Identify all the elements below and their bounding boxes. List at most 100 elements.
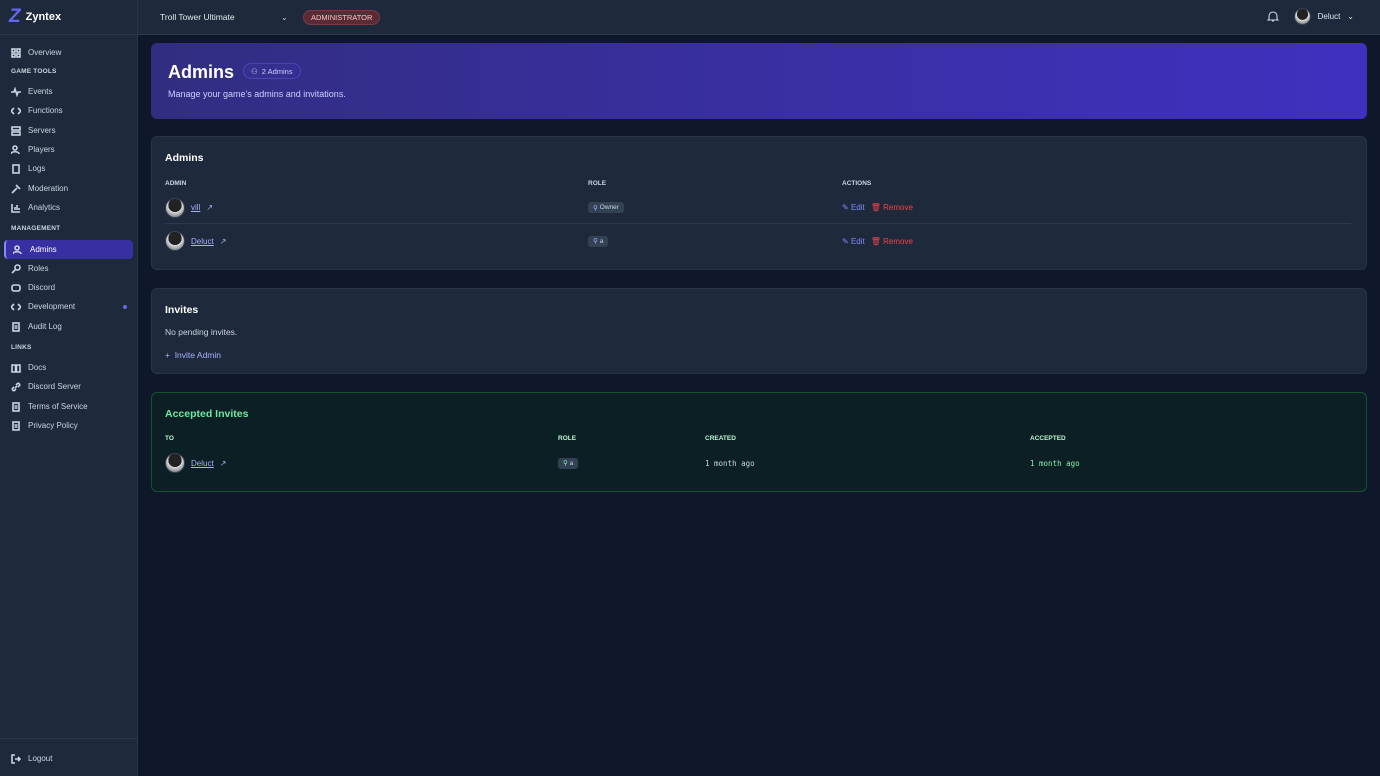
page-header: Admins ⚇2 Admins Manage your game's admi…	[151, 43, 1367, 119]
link-icon	[11, 382, 21, 392]
role-badge: ⚲Owner	[588, 202, 624, 213]
server-icon	[11, 126, 21, 136]
header-admin: ADMIN	[165, 180, 186, 187]
role-badge: ADMINISTRATOR	[303, 10, 380, 25]
sidebar-item-logs[interactable]: Logs	[4, 159, 133, 178]
logout-button[interactable]: Logout	[4, 749, 133, 768]
count-label: 2 Admins	[262, 67, 293, 76]
admin-name-link[interactable]: vill	[191, 203, 200, 212]
sidebar-item-discord-server[interactable]: Discord Server	[4, 377, 133, 396]
logo[interactable]: Z Zyntex	[0, 0, 137, 35]
logo-mark: Z	[9, 6, 21, 28]
accepted-title: Accepted Invites	[165, 408, 248, 420]
invites-title: Invites	[165, 304, 198, 316]
notification-dot	[123, 305, 127, 309]
edit-button[interactable]: ✎ Edit	[842, 237, 865, 246]
bar-chart-icon	[11, 203, 21, 213]
edit-label: Edit	[851, 237, 865, 246]
header-accepted: ACCEPTED	[1030, 435, 1066, 442]
key-icon: ⚲	[563, 459, 568, 467]
external-link-icon[interactable]: ↗	[220, 459, 227, 468]
discord-icon	[11, 283, 21, 293]
sidebar-item-docs[interactable]: Docs	[4, 358, 133, 377]
sidebar-item-moderation[interactable]: Moderation	[4, 179, 133, 198]
hammer-icon	[11, 184, 21, 194]
avatar	[165, 198, 185, 218]
admin-count-badge: ⚇ 2 Admins	[243, 63, 301, 79]
document-icon	[11, 402, 21, 412]
sidebar-item-discord[interactable]: Discord	[4, 278, 133, 297]
sidebar-item-roles[interactable]: Roles	[4, 259, 133, 278]
sidebar-item-functions[interactable]: Functions	[4, 101, 133, 120]
avatar	[1294, 8, 1311, 25]
invite-admin-button[interactable]: + Invite Admin	[165, 350, 221, 360]
avatar	[165, 453, 185, 473]
users-icon	[13, 245, 23, 255]
sidebar-item-events[interactable]: Events	[4, 82, 133, 101]
label: Discord	[28, 283, 55, 292]
logout-icon	[11, 754, 21, 764]
sidebar-item-admins[interactable]: Admins	[4, 240, 133, 259]
user-name-link[interactable]: Deluct	[191, 459, 214, 468]
label: Discord Server	[28, 382, 81, 391]
role-badge: ⚲a	[558, 458, 578, 469]
user-menu[interactable]: Deluct ⌄	[1294, 8, 1354, 25]
label: Terms of Service	[28, 402, 88, 411]
invite-label: Invite Admin	[175, 350, 221, 360]
chevron-down-icon[interactable]: ⌄	[281, 13, 288, 22]
topbar: Troll Tower Ultimate ⌄ ADMINISTRATOR Del…	[138, 0, 1380, 35]
book-icon	[11, 363, 21, 373]
key-icon: ⚲	[593, 204, 598, 212]
sidebar-item-terms[interactable]: Terms of Service	[4, 397, 133, 416]
sidebar-item-privacy[interactable]: Privacy Policy	[4, 416, 133, 435]
invites-card: Invites No pending invites. + Invite Adm…	[151, 288, 1367, 374]
created-time: 1 month ago	[705, 447, 755, 479]
label: Overview	[28, 48, 61, 57]
activity-icon	[11, 87, 21, 97]
header-role: ROLE	[558, 435, 576, 442]
admin-name-link[interactable]: Deluct	[191, 237, 214, 246]
sidebar-item-players[interactable]: Players	[4, 140, 133, 159]
label: Docs	[28, 363, 46, 372]
sidebar-item-analytics[interactable]: Analytics	[4, 198, 133, 217]
remove-label: Remove	[883, 237, 913, 246]
brand-name: Zyntex	[26, 11, 61, 23]
edit-button[interactable]: ✎ Edit	[842, 203, 865, 212]
role-label: a	[570, 460, 574, 467]
game-selector[interactable]: Troll Tower Ultimate	[160, 12, 235, 22]
label: Events	[28, 87, 52, 96]
label: Functions	[28, 106, 63, 115]
remove-button[interactable]: 🗑 Remove	[871, 203, 913, 212]
users-icon: ⚇	[251, 67, 258, 76]
sidebar-item-overview[interactable]: Overview	[4, 43, 133, 62]
page-title: Admins	[168, 62, 234, 83]
chevron-down-icon: ⌄	[1347, 12, 1354, 21]
role-label: Owner	[600, 204, 619, 211]
label: Servers	[28, 126, 56, 135]
grid-icon	[11, 48, 21, 58]
sidebar-item-audit-log[interactable]: Audit Log	[4, 317, 133, 336]
scroll-icon	[11, 322, 21, 332]
external-link-icon[interactable]: ↗	[206, 203, 213, 212]
remove-button[interactable]: 🗑 Remove	[871, 237, 913, 246]
label: Moderation	[28, 184, 68, 193]
role-label: a	[600, 238, 604, 245]
bell-icon[interactable]	[1267, 10, 1279, 23]
admins-title: Admins	[165, 152, 204, 164]
label: Privacy Policy	[28, 421, 78, 430]
admins-card: Admins ADMIN ROLE ACTIONS vill↗ ⚲Owner ✎…	[151, 136, 1367, 270]
header-role: ROLE	[588, 180, 606, 187]
section-game-tools: GAME TOOLS	[11, 68, 57, 75]
header-to: TO	[165, 435, 174, 442]
label: Logs	[28, 164, 45, 173]
code-icon	[11, 106, 21, 116]
label: Audit Log	[28, 322, 62, 331]
external-link-icon[interactable]: ↗	[220, 237, 227, 246]
sidebar-item-development[interactable]: Development	[4, 297, 133, 316]
empty-state: No pending invites.	[165, 327, 237, 337]
label: Admins	[30, 245, 57, 254]
users-icon	[11, 145, 21, 155]
document-icon	[11, 421, 21, 431]
sidebar-item-servers[interactable]: Servers	[4, 121, 133, 140]
role-badge: ⚲a	[588, 236, 608, 247]
